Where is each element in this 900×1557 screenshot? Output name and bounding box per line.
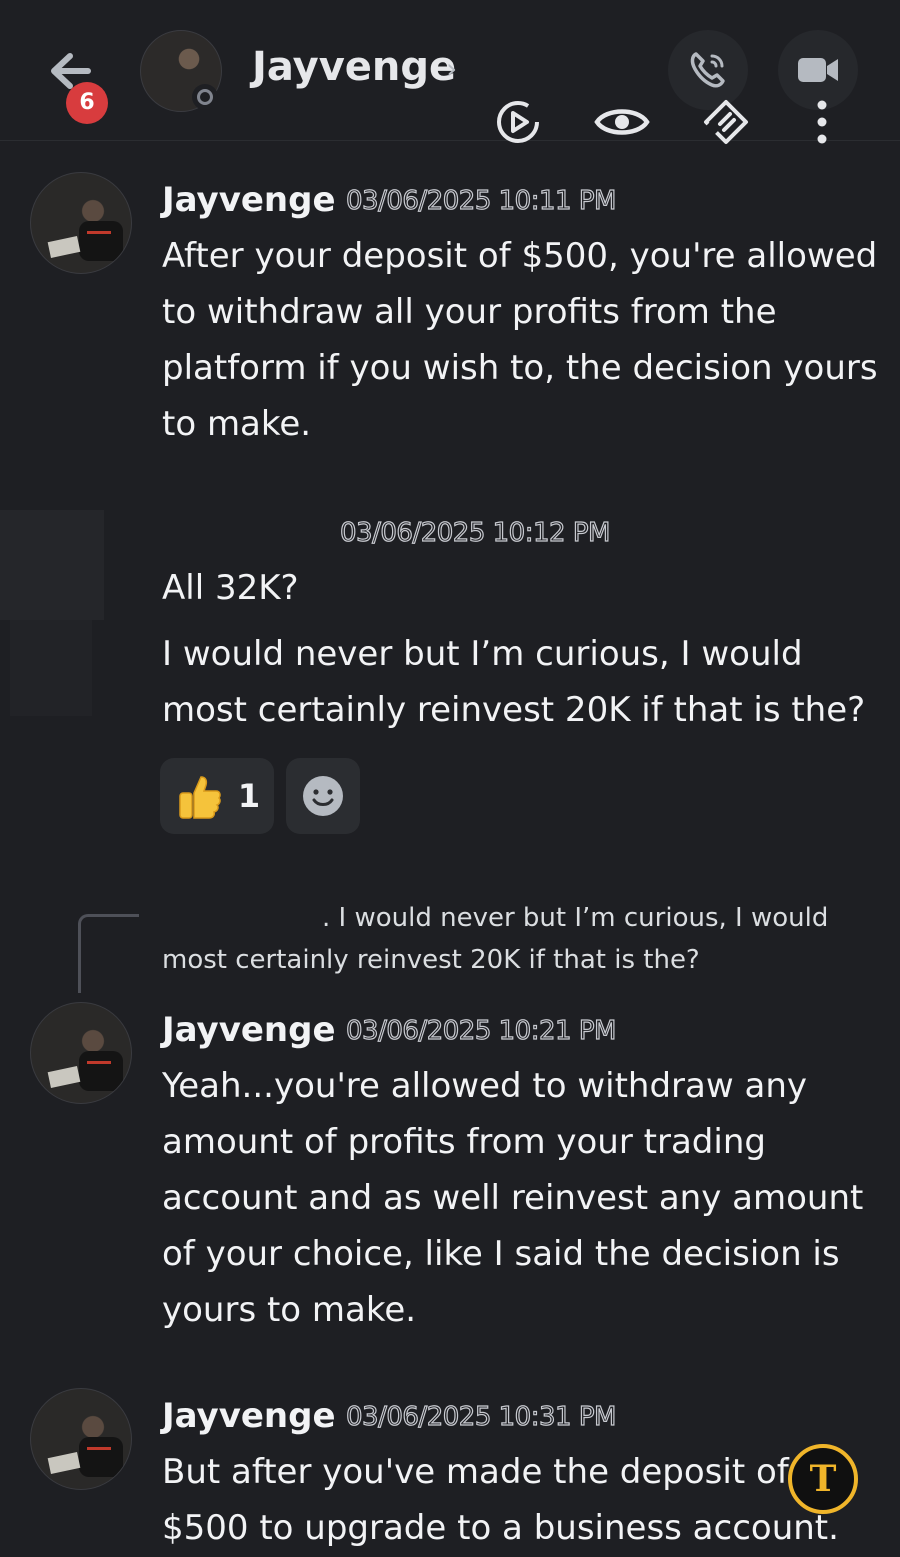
- thumbs-up-icon: [179, 776, 221, 819]
- avatar-detail: [47, 1066, 81, 1088]
- activity-button[interactable]: [486, 90, 550, 154]
- avatar-detail: [47, 1452, 81, 1474]
- reaction-thumbs-up[interactable]: 1: [160, 758, 274, 834]
- text-recognition-icon: T: [809, 1458, 837, 1500]
- message-author[interactable]: Jayvenge: [162, 180, 336, 220]
- message-text: All 32K?: [162, 568, 299, 608]
- avatar-detail: [87, 1447, 111, 1450]
- reply-preview[interactable]: . I would never but I’m curious, I would…: [162, 897, 852, 981]
- chevron-right-icon: ›: [446, 52, 458, 85]
- watch-button[interactable]: [590, 90, 654, 154]
- activity-icon: [497, 101, 539, 143]
- message-text: Yeah...you're allowed to withdraw any am…: [162, 1066, 864, 1330]
- message-text: But after you've made the deposit of $50…: [162, 1452, 839, 1548]
- avatar-figure: [79, 1437, 123, 1477]
- message-timestamp: 03/06/2025 10:11 PM: [345, 185, 617, 216]
- redacted-region: [0, 510, 104, 620]
- avatar-figure: [79, 221, 123, 261]
- message-timestamp: 03/06/2025 10:21 PM: [345, 1015, 617, 1046]
- video-camera-icon: [798, 58, 838, 82]
- message-author[interactable]: Jayvenge: [162, 1396, 336, 1436]
- smiley-icon: [303, 776, 343, 816]
- contact-name[interactable]: Jayvenge: [252, 44, 456, 90]
- eye-icon: [594, 109, 650, 135]
- text-recognition-button[interactable]: T: [788, 1444, 858, 1514]
- more-vertical-icon: [817, 100, 827, 144]
- add-reaction-button[interactable]: [286, 758, 360, 834]
- avatar-detail: [87, 1061, 111, 1064]
- message-author[interactable]: Jayvenge: [162, 1010, 336, 1050]
- message-text: After your deposit of $500, you're allow…: [162, 236, 878, 444]
- boost-button[interactable]: [694, 90, 758, 154]
- avatar-detail: [47, 236, 81, 258]
- nitro-icon: [704, 100, 748, 144]
- message-text: I would never but I’m curious, I would m…: [162, 634, 866, 730]
- more-options-button[interactable]: [790, 90, 854, 154]
- unread-badge: 6: [66, 82, 108, 124]
- message-timestamp: 03/06/2025 10:31 PM: [345, 1401, 617, 1432]
- message-timestamp: 03/06/2025 10:12 PM: [339, 517, 611, 548]
- chat-header: 6 Jayvenge ›: [0, 0, 900, 144]
- status-indicator: [192, 84, 218, 110]
- redacted-region: [10, 620, 92, 716]
- avatar-detail: [87, 231, 111, 234]
- avatar[interactable]: [30, 1002, 132, 1104]
- avatar-figure: [79, 1051, 123, 1091]
- reaction-count: 1: [237, 777, 261, 815]
- avatar[interactable]: [30, 1388, 132, 1490]
- phone-icon: [690, 52, 725, 88]
- reply-connector: [78, 914, 139, 993]
- avatar[interactable]: [30, 172, 132, 274]
